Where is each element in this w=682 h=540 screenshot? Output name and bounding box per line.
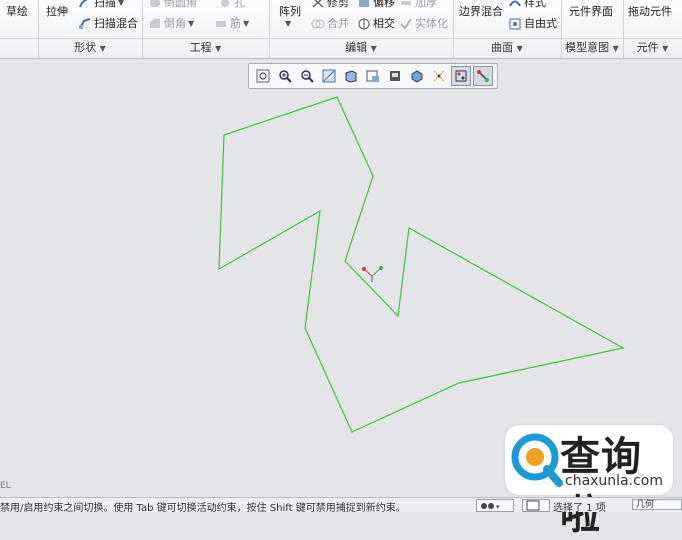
filter-dropdown[interactable]: 几何 xyxy=(632,499,682,510)
sketch-button[interactable]: 草绘 xyxy=(6,3,28,19)
repaint-button[interactable] xyxy=(319,66,339,86)
view-toolbar xyxy=(248,63,498,89)
freestyle-button[interactable]: 自由式 xyxy=(508,15,557,31)
chevron-down-icon[interactable]: ▼ xyxy=(662,44,668,53)
thicken-button[interactable]: 加厚 xyxy=(399,0,437,10)
ribbon-group-edit: 阵列 ▼ 修剪 合并 偏移 相交 加厚 实体化 编辑 ▼ xyxy=(269,0,454,58)
sweep-button[interactable]: 扫描 ▼ xyxy=(78,0,124,10)
offset-icon xyxy=(359,0,369,7)
ribbon-group-engineering: 倒圆角 孔 倒角 ▼ 筋 ▼ 工程 ▼ xyxy=(142,0,270,58)
sketch-profile[interactable] xyxy=(218,96,625,433)
selection-buffer-icon xyxy=(526,500,540,511)
chevron-down-icon[interactable]: ▼ xyxy=(371,44,377,53)
thicken-icon xyxy=(401,0,411,5)
sweep-icon xyxy=(79,0,87,7)
perspective-button[interactable] xyxy=(407,66,427,86)
ribbon-group-component: 拖动元件 元件 ▼ xyxy=(628,3,672,54)
ribbon-group-model-intent: 元件界面 模型意图 ▼ xyxy=(561,0,624,58)
refit-icon xyxy=(256,69,270,83)
display-style-button[interactable] xyxy=(341,66,361,86)
component-interface-button[interactable]: 元件界面 xyxy=(569,3,613,19)
ribbon-group-surfaces: 边界混合 样式 自由式 曲面 ▼ xyxy=(453,0,562,58)
refit-button[interactable] xyxy=(253,66,273,86)
solidify-icon xyxy=(400,17,412,30)
model-label: EL xyxy=(0,481,11,491)
svg-text:▾: ▾ xyxy=(496,503,500,511)
merge-button[interactable]: 合并 xyxy=(311,15,349,31)
freestyle-icon xyxy=(509,18,521,29)
saved-views-button[interactable] xyxy=(363,66,383,86)
repaint-icon xyxy=(322,69,336,83)
datum-display-icon xyxy=(433,70,445,82)
chevron-down-icon[interactable]: ▼ xyxy=(100,44,106,53)
display-style-icon xyxy=(345,70,357,83)
round-button[interactable]: 倒圆角 xyxy=(148,0,197,10)
binoculars-icon: ▾ xyxy=(481,503,500,511)
datum-display-button[interactable] xyxy=(429,66,449,86)
selection-buffer-button[interactable] xyxy=(522,499,550,512)
chevron-down-icon[interactable]: ▼ xyxy=(613,44,619,53)
chevron-down-icon: ▼ xyxy=(243,18,250,28)
watermark-site: chaxunla.com xyxy=(565,473,663,489)
view-manager-button[interactable] xyxy=(385,66,405,86)
intersect-icon xyxy=(358,18,370,29)
annotation-display-icon xyxy=(477,70,489,82)
merge-icon xyxy=(311,19,325,28)
extrude-button[interactable]: 拉伸 xyxy=(46,3,68,19)
trim-button[interactable]: 修剪 xyxy=(311,0,349,10)
hole-icon xyxy=(221,0,229,7)
selection-count: 选择了 1 项 xyxy=(553,503,606,514)
status-message: 禁用/启用约束之间切换。使用 Tab 键可切换活动约束，按住 Shift 键可禁… xyxy=(0,503,406,514)
ribbon: 草绘 拉伸 扫描 ▼ 扫描混合 形状 ▼ 倒圆角 孔 倒角 ▼ 筋 ▼ 工程 ▼… xyxy=(0,0,682,59)
pattern-button[interactable]: 阵列 xyxy=(279,3,301,19)
style-button[interactable]: 样式 xyxy=(508,0,546,10)
chevron-down-icon[interactable]: ▼ xyxy=(215,44,221,53)
intersect-button[interactable]: 相交 xyxy=(357,15,395,31)
boundary-blend-button[interactable]: 边界混合 xyxy=(459,3,503,19)
round-icon xyxy=(150,0,160,7)
chevron-down-icon[interactable]: ▼ xyxy=(517,44,523,53)
perspective-icon xyxy=(411,70,423,83)
zoom-out-button[interactable] xyxy=(297,66,317,86)
zoom-in-button[interactable] xyxy=(275,66,295,86)
watermark-logo-icon xyxy=(511,433,563,487)
swept-blend-icon xyxy=(79,17,91,29)
annotation-display-button[interactable] xyxy=(473,66,493,86)
drag-components-button[interactable]: 拖动元件 xyxy=(628,3,672,19)
saved-views-icon xyxy=(366,70,379,82)
view-manager-icon xyxy=(390,71,400,81)
spin-center-button[interactable] xyxy=(451,66,471,86)
pattern-dropdown[interactable]: ▼ xyxy=(285,19,291,28)
chamfer-button[interactable]: 倒角 ▼ xyxy=(148,15,194,31)
solidify-button[interactable]: 实体化 xyxy=(399,15,448,31)
ribbon-group-shapes: 拉伸 扫描 ▼ 扫描混合 形状 ▼ xyxy=(38,0,143,58)
chevron-down-icon: ▼ xyxy=(188,18,195,28)
coordinate-system-icon xyxy=(362,266,383,282)
status-bar: 禁用/启用约束之间切换。使用 Tab 键可切换活动约束，按住 Shift 键可禁… xyxy=(0,497,682,514)
smart-filter-toggle[interactable]: ▾ xyxy=(476,499,514,512)
spin-center-icon xyxy=(455,70,467,82)
chevron-down-icon: ▼ xyxy=(285,19,292,28)
offset-button[interactable]: 偏移 xyxy=(357,0,395,10)
trim-icon xyxy=(312,0,324,8)
rib-icon xyxy=(216,20,226,27)
ribbon-group-datum: 草绘 xyxy=(0,0,39,58)
style-icon xyxy=(509,0,521,7)
chamfer-icon xyxy=(150,18,160,28)
hole-button[interactable]: 孔 xyxy=(218,0,245,10)
zoom-in-icon xyxy=(279,70,292,83)
swept-blend-button[interactable]: 扫描混合 xyxy=(78,15,138,31)
zoom-out-icon xyxy=(301,70,314,83)
rib-button[interactable]: 筋 ▼ xyxy=(214,15,249,31)
chevron-down-icon: ▼ xyxy=(118,0,125,7)
